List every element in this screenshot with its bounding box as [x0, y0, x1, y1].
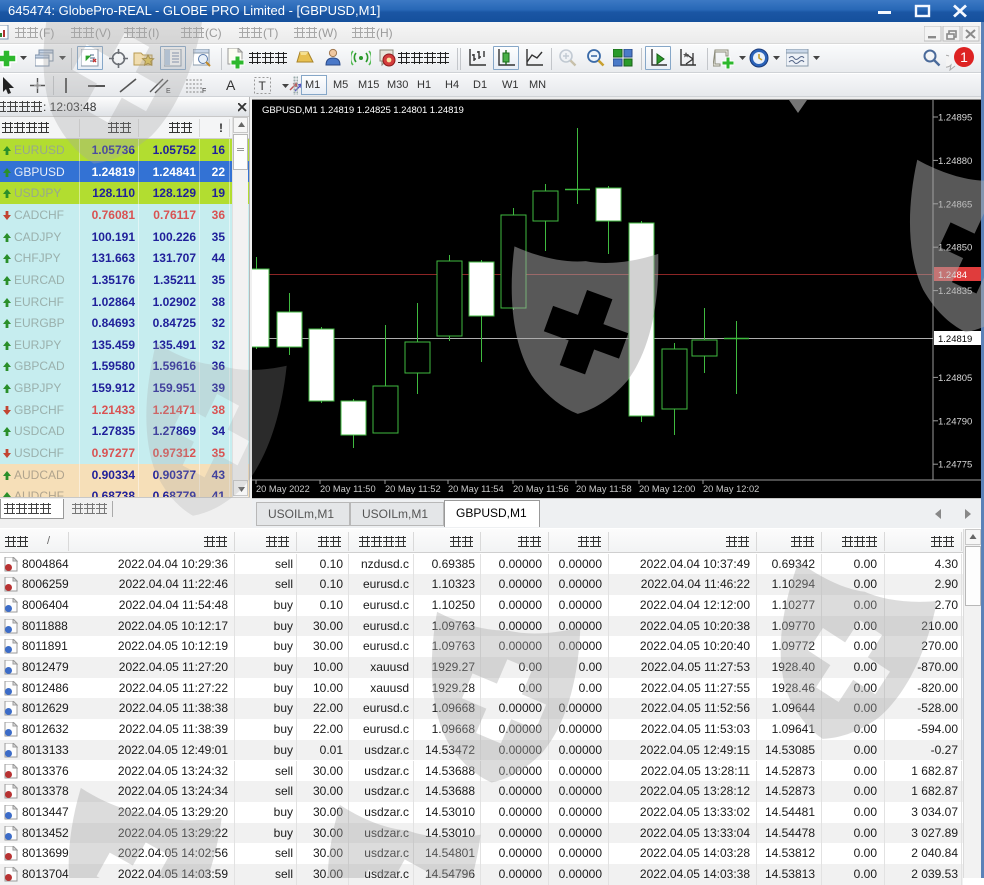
svg-text:1.24865: 1.24865: [938, 199, 972, 210]
svg-text:1.24835: 1.24835: [938, 286, 972, 297]
svg-text:F: F: [202, 88, 206, 94]
svg-text:1.24895: 1.24895: [938, 113, 972, 124]
svg-text:20 May 11:54: 20 May 11:54: [448, 484, 504, 494]
svg-text:20 May 11:52: 20 May 11:52: [385, 484, 441, 494]
svg-text:1.24805: 1.24805: [938, 373, 972, 384]
svg-text:1.24880: 1.24880: [938, 156, 972, 167]
svg-text:20 May 11:56: 20 May 11:56: [513, 484, 569, 494]
svg-text:T: T: [259, 79, 267, 93]
svg-text:GBPUSD,M1 1.24819 1.24825 1.2: GBPUSD,M1 1.24819 1.24825 1.24801 1.2481…: [262, 105, 464, 116]
svg-text:1: 1: [960, 49, 968, 65]
svg-text:1.2484: 1.2484: [938, 270, 967, 281]
svg-text:20 May 12:02: 20 May 12:02: [703, 484, 759, 494]
svg-text:20 May 11:58: 20 May 11:58: [576, 484, 632, 494]
svg-text:1.24850: 1.24850: [938, 243, 972, 254]
svg-text:1.24819: 1.24819: [938, 334, 972, 345]
svg-text:20 May 2022: 20 May 2022: [256, 484, 310, 494]
svg-text:20 May 11:50: 20 May 11:50: [320, 484, 376, 494]
svg-text:20 May 12:00: 20 May 12:00: [639, 484, 695, 494]
svg-text:E: E: [166, 88, 171, 94]
svg-text:1.24790: 1.24790: [938, 416, 972, 427]
svg-text:1.24775: 1.24775: [938, 460, 972, 471]
